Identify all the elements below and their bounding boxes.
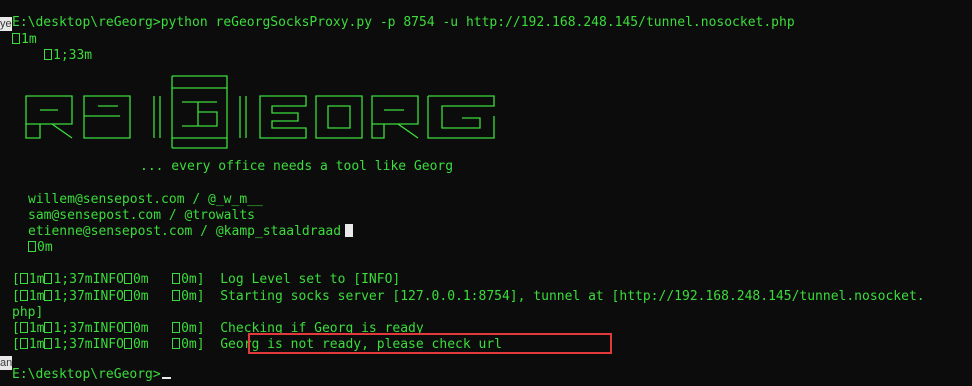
escape-code: 1m — [28, 289, 45, 304]
control-char-glyph — [123, 290, 132, 301]
escape-code: 0m — [132, 272, 149, 287]
error-highlight-box — [248, 333, 612, 354]
escape-code: 0m] — [181, 272, 205, 287]
escape-code: 0m — [132, 321, 149, 336]
background-window-fragment: ye — [0, 17, 12, 31]
reset-code-line: 0m — [28, 239, 53, 256]
log-level: 1;37mINFO — [53, 289, 124, 304]
control-char-glyph — [44, 322, 53, 333]
control-char-glyph — [172, 290, 181, 301]
escape-code: 0m — [37, 240, 53, 255]
control-char-glyph — [12, 33, 20, 44]
console-window[interactable]: ye an E:\desktop\reGeorg>python reGeorgS… — [0, 0, 972, 386]
escape-code: 1;33m — [53, 48, 93, 63]
escape-code: 1m — [28, 272, 45, 287]
bracket: [ — [12, 289, 20, 304]
control-char-glyph — [28, 241, 36, 252]
author-text: etienne@sensepost.com / @kamp_staaldraad — [28, 224, 342, 239]
control-char-glyph — [19, 273, 28, 284]
control-char-glyph — [19, 290, 28, 301]
escape-code: 1m — [28, 321, 45, 336]
author-line: willem@sensepost.com / @_w_m__ — [28, 192, 263, 207]
bracket: [ — [12, 272, 20, 287]
control-char-glyph — [44, 49, 52, 60]
escape-code: 1m — [28, 337, 45, 352]
escape-sequence-line: 1;33m — [44, 47, 92, 64]
control-char-glyph — [19, 322, 28, 333]
control-char-glyph — [172, 322, 181, 333]
control-char-glyph — [19, 338, 28, 349]
control-char-glyph — [44, 273, 53, 284]
log-level: 1;37mINFO — [53, 337, 124, 352]
prompt-cursor — [161, 377, 171, 379]
prompt-text: E:\desktop\reGeorg> — [12, 367, 161, 382]
command-line: E:\desktop\reGeorg>python reGeorgSocksPr… — [12, 15, 795, 30]
control-char-glyph — [123, 338, 132, 349]
control-char-glyph — [123, 273, 132, 284]
bracket: [ — [12, 337, 20, 352]
banner-tagline: ... every office needs a tool like Georg — [140, 159, 454, 174]
escape-code: 0m] — [181, 289, 205, 304]
escape-sequence-line: 1m — [12, 31, 37, 48]
control-char-glyph — [172, 338, 181, 349]
bracket: [ — [12, 321, 20, 336]
wrap-continuation: php] — [12, 305, 44, 320]
escape-code: 0m] — [181, 321, 205, 336]
regeorg-ascii-banner — [25, 75, 495, 149]
escape-code: 0m] — [181, 337, 205, 352]
log-line: [1m 1;37mINFO 0m 0m] Starting socks server… — [12, 288, 925, 305]
control-char-glyph — [44, 338, 53, 349]
control-char-glyph — [123, 322, 132, 333]
control-char-glyph — [172, 273, 181, 284]
log-message: Log Level set to [INFO] — [220, 272, 401, 287]
background-window-fragment-lower: an — [0, 356, 12, 370]
log-message: Starting socks server [127.0.0.1:8754], … — [220, 289, 925, 304]
escape-code: 1m — [21, 32, 37, 47]
command-prompt[interactable]: E:\desktop\reGeorg> — [12, 366, 171, 383]
text-cursor — [345, 224, 354, 237]
escape-code: 0m — [132, 289, 149, 304]
escape-code: 0m — [132, 337, 149, 352]
author-line: sam@sensepost.com / @trowalts — [28, 208, 255, 223]
author-line-with-cursor: etienne@sensepost.com / @kamp_staaldraad — [28, 223, 354, 240]
log-level: 1;37mINFO — [53, 272, 124, 287]
control-char-glyph — [44, 290, 53, 301]
log-level: 1;37mINFO — [53, 321, 124, 336]
log-line: [1m 1;37mINFO 0m 0m] Log Level set to [INF… — [12, 271, 400, 288]
